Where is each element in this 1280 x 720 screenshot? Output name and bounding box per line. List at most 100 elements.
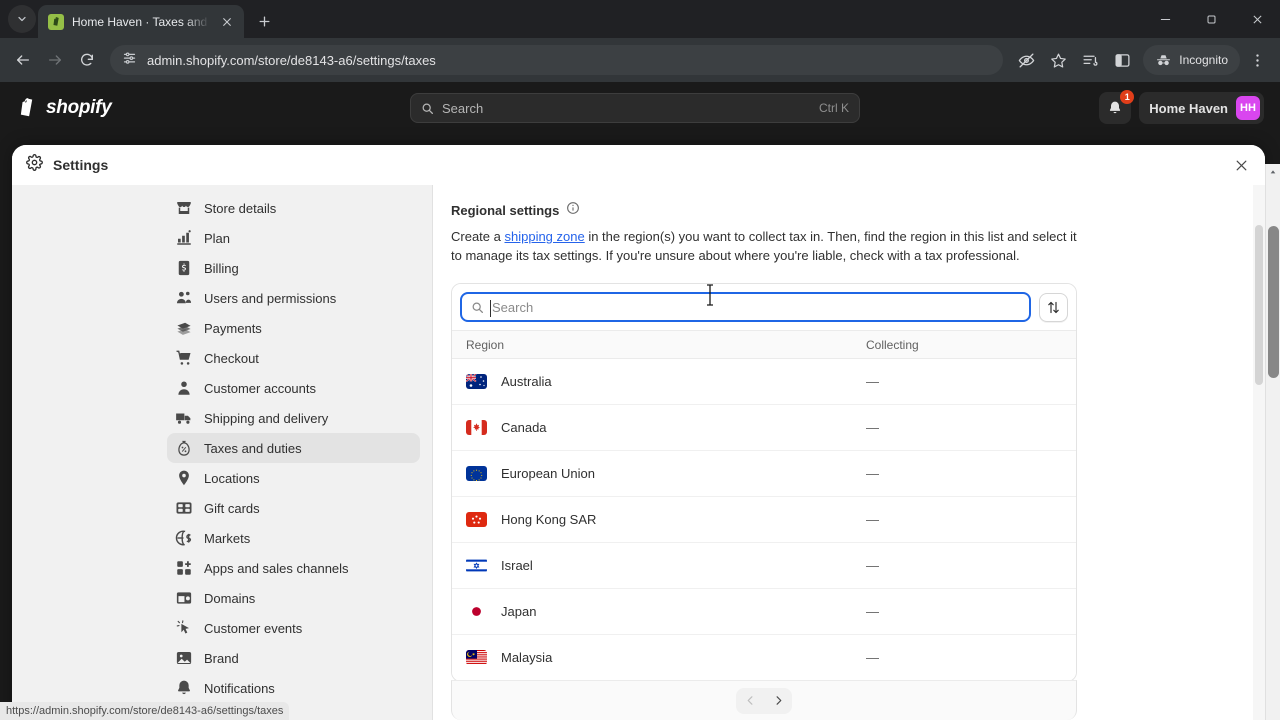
person-icon [175, 379, 193, 397]
address-bar[interactable]: admin.shopify.com/store/de8143-a6/settin… [110, 45, 1004, 75]
settings-modal-header: Settings [12, 145, 1265, 185]
table-row[interactable]: Japan — [452, 589, 1076, 635]
domain-icon [175, 589, 193, 607]
apps-icon [175, 559, 193, 577]
sidebar-item-customer-events[interactable]: Customer events [167, 613, 420, 643]
tracking-protection-icon[interactable] [1011, 45, 1041, 75]
region-name: Australia [501, 374, 552, 389]
sidebar-item-label: Billing [204, 260, 239, 276]
shopify-favicon [48, 13, 64, 30]
payments-icon [175, 319, 193, 337]
page-scrollbar-thumb[interactable] [1268, 226, 1279, 378]
sidebar-item-locations[interactable]: Locations [167, 463, 420, 493]
incognito-indicator[interactable]: Incognito [1143, 45, 1240, 75]
window-controls [1142, 0, 1280, 38]
pagination-previous-button[interactable] [736, 688, 764, 714]
modal-left-gutter [12, 185, 159, 720]
region-cell: Hong Kong SAR [466, 512, 866, 527]
sidebar-item-label: Users and permissions [204, 290, 337, 306]
collecting-cell: — [866, 420, 879, 435]
sidebar-item-markets[interactable]: Markets [167, 523, 420, 553]
region-cell: Australia [466, 374, 866, 389]
sidebar-item-apps-and-sales-channels[interactable]: Apps and sales channels [167, 553, 420, 583]
chrome-menu-icon[interactable] [1242, 45, 1272, 75]
billing-icon [175, 259, 193, 277]
pagination-next-button[interactable] [764, 688, 792, 714]
shopify-logo[interactable]: shopify [16, 96, 112, 120]
bell-icon [1110, 101, 1121, 114]
text-caret [490, 300, 491, 317]
site-settings-icon[interactable] [122, 50, 137, 70]
global-search-placeholder: Search [442, 100, 484, 116]
store-icon [175, 199, 193, 217]
table-row[interactable]: Canada — [452, 405, 1076, 451]
sidebar-item-taxes-and-duties[interactable]: Taxes and duties [167, 433, 420, 463]
side-panel-icon[interactable] [1107, 45, 1137, 75]
table-row[interactable]: Malaysia — [452, 635, 1076, 681]
sidebar-item-gift-cards[interactable]: Gift cards [167, 493, 420, 523]
shopify-global-search[interactable]: Search Ctrl K [410, 93, 860, 123]
sidebar-item-label: Plan [204, 230, 231, 246]
reading-list-icon[interactable] [1075, 45, 1105, 75]
column-header-region: Region [466, 337, 505, 352]
scroll-up-arrow[interactable] [1266, 164, 1280, 179]
sidebar-item-users-and-permissions[interactable]: Users and permissions [167, 283, 420, 313]
window-close-button[interactable] [1234, 0, 1280, 38]
notifications-button[interactable]: 1 [1099, 90, 1135, 124]
modal-scrollbar-thumb[interactable] [1255, 225, 1263, 385]
mouse-cursor [705, 284, 715, 306]
sidebar-item-customer-accounts[interactable]: Customer accounts [167, 373, 420, 403]
sidebar-item-store-details[interactable]: Store details [167, 193, 420, 223]
shopify-topbar-right: 1 Home Haven HH [1099, 90, 1264, 124]
page-scrollbar[interactable] [1265, 164, 1280, 720]
region-cell: European Union [466, 466, 866, 481]
region-name: Canada [501, 420, 547, 435]
table-row[interactable]: European Union — [452, 451, 1076, 497]
table-row[interactable]: Hong Kong SAR — [452, 497, 1076, 543]
sidebar-item-payments[interactable]: Payments [167, 313, 420, 343]
region-name: Malaysia [501, 650, 553, 665]
modal-scrollbar[interactable] [1253, 185, 1265, 720]
column-header-collecting: Collecting [866, 337, 919, 352]
region-cell: Malaysia [466, 650, 866, 665]
sidebar-item-shipping-and-delivery[interactable]: Shipping and delivery [167, 403, 420, 433]
back-button[interactable] [8, 45, 38, 75]
sidebar-item-label: Customer accounts [204, 380, 316, 396]
sidebar-item-label: Taxes and duties [204, 440, 302, 456]
tab-search-button[interactable] [8, 5, 36, 33]
regions-card: Search Region Collecting Australia — Can… [451, 283, 1077, 682]
region-name: Japan [501, 604, 537, 619]
reload-button[interactable] [72, 45, 102, 75]
settings-modal: Settings Store details Plan Billing Users a… [12, 145, 1265, 720]
sidebar-item-checkout[interactable]: Checkout [167, 343, 420, 373]
search-input[interactable]: Search [460, 292, 1031, 322]
table-row[interactable]: Australia — [452, 359, 1076, 405]
flag-icon [466, 512, 487, 527]
sidebar-item-billing[interactable]: Billing [167, 253, 420, 283]
sidebar-item-label: Checkout [204, 350, 259, 366]
table-row[interactable]: Israel — [452, 543, 1076, 589]
store-account-button[interactable]: Home Haven HH [1139, 92, 1264, 124]
toolbar-actions: Incognito [1011, 45, 1272, 75]
search-icon [472, 302, 483, 313]
new-tab-button[interactable] [250, 7, 278, 35]
region-cell: Japan [466, 604, 866, 619]
browser-tab[interactable]: Home Haven · Taxes and duties [38, 5, 244, 38]
bookmark-star-icon[interactable] [1043, 45, 1073, 75]
window-maximize-button[interactable] [1188, 0, 1234, 38]
info-icon[interactable] [566, 201, 580, 220]
shipping-zone-link[interactable]: shipping zone [504, 229, 584, 244]
close-icon[interactable] [1227, 151, 1255, 179]
regional-settings-title-row: Regional settings [451, 201, 1081, 220]
tab-close-icon[interactable] [218, 13, 236, 31]
sidebar-item-domains[interactable]: Domains [167, 583, 420, 613]
forward-button[interactable] [40, 45, 70, 75]
settings-sidebar: Store details Plan Billing Users and permis… [159, 185, 433, 720]
sidebar-item-brand[interactable]: Brand [167, 643, 420, 673]
settings-modal-body: Store details Plan Billing Users and permis… [12, 185, 1265, 720]
regions-card-toolbar: Search [452, 284, 1076, 330]
window-minimize-button[interactable] [1142, 0, 1188, 38]
sidebar-item-notifications[interactable]: Notifications [167, 673, 420, 703]
sort-button[interactable] [1039, 292, 1068, 322]
sidebar-item-plan[interactable]: Plan [167, 223, 420, 253]
